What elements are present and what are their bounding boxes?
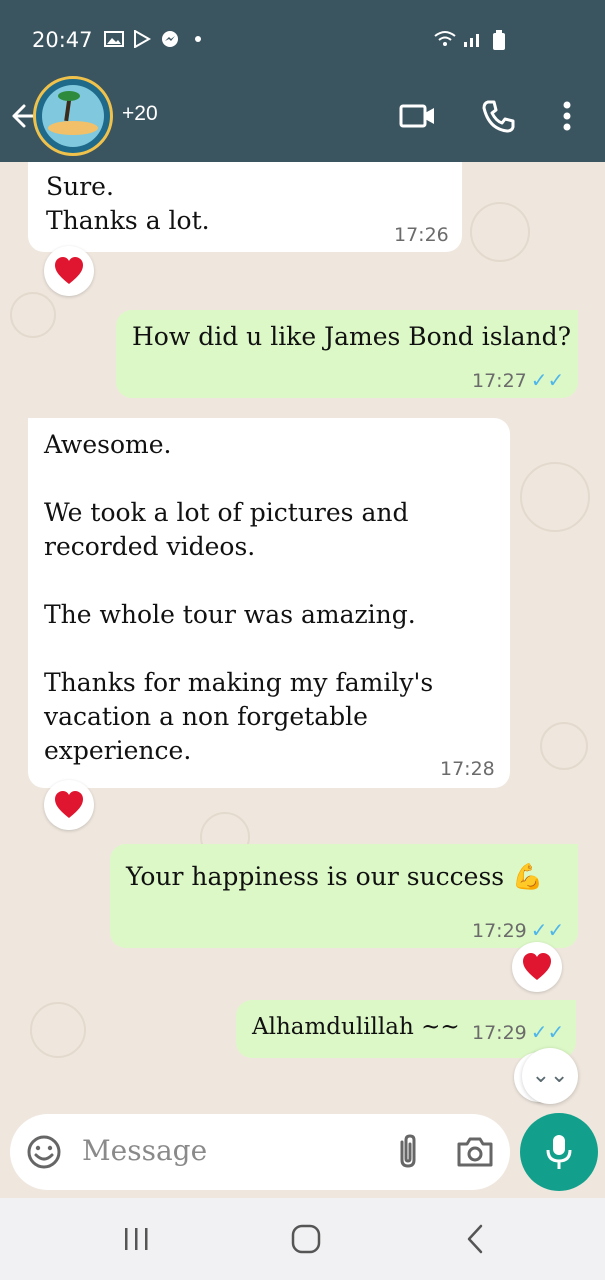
background-doodle <box>540 722 588 770</box>
composer-bar: Message <box>0 1110 605 1198</box>
message-input[interactable]: Message <box>10 1114 510 1190</box>
recent-apps-icon[interactable] <box>116 1222 156 1256</box>
play-store-icon <box>132 29 152 49</box>
back-icon[interactable] <box>456 1222 496 1256</box>
status-bar: 20:47 <box>0 0 605 80</box>
palm-leaf-icon <box>58 91 80 101</box>
microphone-icon <box>546 1135 572 1169</box>
message-text: How did u like James Bond island? <box>132 322 571 351</box>
video-call-icon[interactable] <box>398 96 438 136</box>
message-incoming[interactable]: Sure. Thanks a lot. 17:26 <box>28 162 462 252</box>
message-time: 17:29 <box>472 1022 527 1044</box>
message-text: Sure. Thanks a lot. <box>46 172 210 235</box>
message-time: 17:29 <box>472 920 527 942</box>
background-doodle <box>520 462 590 532</box>
message-meta: 17:29 ✓✓ <box>472 918 564 942</box>
read-receipt-icon: ✓✓ <box>530 368 565 392</box>
chat-area[interactable]: Sure. Thanks a lot. 17:26 How did u like… <box>0 162 605 1110</box>
message-time: 17:27 <box>472 370 527 392</box>
message-time: 17:26 <box>394 224 449 246</box>
status-right-icons <box>433 30 509 50</box>
message-text: Alhamdulillah ~~ <box>252 1014 460 1040</box>
home-icon[interactable] <box>286 1222 326 1256</box>
avatar[interactable] <box>33 76 113 156</box>
scroll-to-bottom-button[interactable]: ⌄⌄ <box>522 1048 578 1104</box>
chevron-down-icon: ⌄⌄ <box>531 1063 569 1088</box>
battery-icon <box>489 30 509 50</box>
signal-icon <box>461 30 481 48</box>
read-receipt-icon: ✓✓ <box>530 1020 565 1044</box>
message-outgoing[interactable]: Your happiness is our success 💪 17:29 ✓✓ <box>110 844 578 948</box>
contact-name[interactable]: +20 <box>122 102 158 126</box>
message-placeholder: Message <box>82 1134 208 1167</box>
message-text: Awesome. We took a lot of pictures and r… <box>44 430 434 765</box>
background-doodle <box>470 202 530 262</box>
gallery-icon <box>104 30 124 48</box>
background-doodle <box>30 1002 86 1058</box>
message-text: Your happiness is our success 💪 <box>126 862 544 891</box>
status-time: 20:47 <box>32 28 93 52</box>
message-incoming[interactable]: Awesome. We took a lot of pictures and r… <box>28 418 510 788</box>
background-doodle <box>10 292 56 338</box>
messenger-icon <box>160 30 180 48</box>
chat-header: +20 <box>0 76 605 162</box>
heart-reaction-icon[interactable] <box>512 942 562 992</box>
microphone-button[interactable] <box>520 1113 598 1191</box>
wifi-icon <box>433 30 456 48</box>
status-left-icons <box>104 29 208 49</box>
system-nav-bar <box>0 1198 605 1280</box>
paperclip-icon[interactable] <box>388 1132 428 1172</box>
message-meta: 17:29 ✓✓ <box>472 1020 564 1044</box>
message-meta: 17:27 ✓✓ <box>472 368 564 392</box>
message-outgoing[interactable]: How did u like James Bond island? 17:27 ✓… <box>116 310 578 398</box>
voice-call-icon[interactable] <box>478 96 518 136</box>
heart-reaction-icon[interactable] <box>44 780 94 830</box>
emoji-icon[interactable] <box>26 1134 62 1170</box>
dot-icon <box>188 30 208 48</box>
read-receipt-icon: ✓✓ <box>530 918 565 942</box>
message-time: 17:28 <box>440 758 495 780</box>
avatar-logo-sand <box>48 121 98 135</box>
camera-icon[interactable] <box>456 1134 494 1170</box>
message-outgoing[interactable]: Alhamdulillah ~~ 17:29 ✓✓ <box>236 1000 576 1058</box>
heart-reaction-icon[interactable] <box>44 246 94 296</box>
more-options-icon[interactable] <box>552 96 582 136</box>
